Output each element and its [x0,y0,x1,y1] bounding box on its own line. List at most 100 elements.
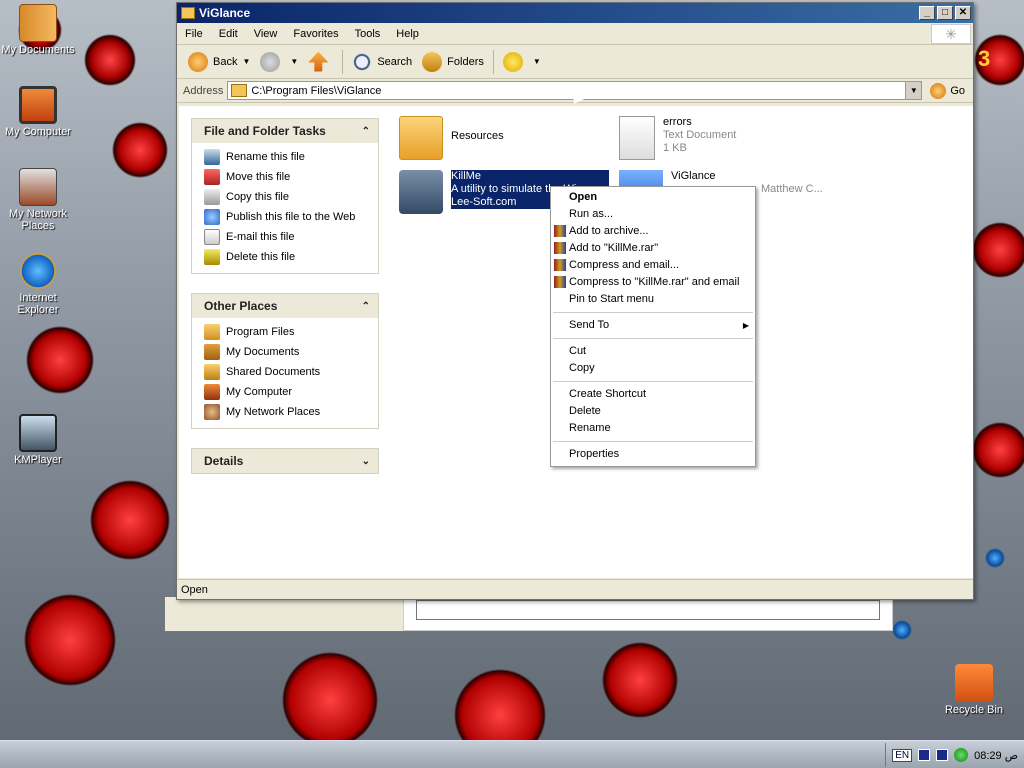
menu-separator [553,441,753,442]
file-item-resources[interactable]: Resources [399,116,504,160]
language-indicator[interactable]: EN [892,748,913,762]
up-button[interactable] [303,50,338,74]
maximize-button[interactable]: □ [937,6,953,20]
window-title: ViGlance [199,6,251,20]
panel-title: Details [204,454,244,468]
menu-item-rename[interactable]: Rename [551,420,755,437]
folders-icon [422,51,443,72]
folder-icon [399,116,443,160]
desktop-icon-internet-explorer[interactable]: Internet Explorer [0,252,76,316]
forward-button[interactable]: ▼ [255,50,303,74]
place-label: My Network Places [226,406,321,418]
place-my-network-places[interactable]: My Network Places [192,402,378,422]
clock[interactable]: 08:29 ص [974,749,1018,762]
menu-help[interactable]: Help [388,28,427,40]
menu-favorites[interactable]: Favorites [285,28,346,40]
place-label: Shared Documents [226,366,321,378]
file-name: KillMe [451,170,481,182]
menu-item-compress-and-email[interactable]: Compress and email... [551,257,755,274]
menu-item-create-shortcut[interactable]: Create Shortcut [551,386,755,403]
menu-item-add-to-killme-rar[interactable]: Add to "KillMe.rar" [551,240,755,257]
dropdown-arrow-icon[interactable]: ▼ [290,57,298,66]
tray-app-icon[interactable] [936,749,949,761]
menu-item-run-as[interactable]: Run as... [551,206,755,223]
globe-icon [204,209,220,225]
menu-file[interactable]: File [177,28,211,40]
taskbar: EN 08:29 ص [0,740,1024,768]
collapse-chevron-icon[interactable]: ⌃ [362,126,370,137]
desktop-icon-label: My Network Places [8,208,68,232]
menu-item-compress-to-rar-and-email[interactable]: Compress to "KillMe.rar" and email [551,274,755,291]
details-header[interactable]: Details ⌄ [192,449,378,473]
task-copy[interactable]: Copy this file [192,187,378,207]
menu-item-cut[interactable]: Cut [551,343,755,360]
minimize-button[interactable]: _ [919,6,935,20]
menu-item-pin-to-start[interactable]: Pin to Start menu [551,291,755,308]
file-size: 1 KB [663,142,687,154]
dropdown-arrow-icon[interactable]: ▼ [242,57,250,66]
desktop-icon-my-documents[interactable]: My Documents [0,4,76,56]
dropdown-arrow-icon[interactable]: ▼ [533,57,541,66]
file-folder-tasks-header[interactable]: File and Folder Tasks ⌃ [192,119,378,143]
toolbar-separator [492,49,494,74]
expand-chevron-icon[interactable]: ⌄ [362,456,370,467]
menu-item-delete[interactable]: Delete [551,403,755,420]
desktop-icon-label: Recycle Bin [944,704,1004,716]
place-program-files[interactable]: Program Files [192,322,378,342]
background-window-field[interactable] [416,600,880,620]
collapse-chevron-icon[interactable]: ⌃ [362,301,370,312]
back-button[interactable]: Back ▼ [183,50,255,74]
folder-icon [181,7,195,19]
details-panel: Details ⌄ [191,448,379,474]
up-folder-icon [308,51,329,72]
menu-item-properties[interactable]: Properties [551,446,755,463]
desktop-icon-recycle-bin[interactable]: Recycle Bin [936,664,1012,716]
status-bar: Open [177,579,973,599]
desktop-icon-my-computer[interactable]: My Computer [0,86,76,138]
task-delete[interactable]: Delete this file [192,247,378,267]
place-my-documents[interactable]: My Documents [192,342,378,362]
task-rename[interactable]: Rename this file [192,147,378,167]
menu-item-label: Add to "KillMe.rar" [569,242,659,254]
desktop-icon-kmplayer[interactable]: KMPlayer [0,414,76,466]
place-label: My Documents [226,346,300,358]
throbber-icon: ✳ [931,24,971,44]
folder-icon [204,324,220,340]
menu-item-send-to[interactable]: Send To ▶ [551,317,755,334]
menu-tools[interactable]: Tools [347,28,389,40]
computer-icon [204,384,220,400]
task-move[interactable]: Move this file [192,167,378,187]
task-email[interactable]: E-mail this file [192,227,378,247]
address-dropdown-button[interactable]: ▼ [905,82,922,99]
place-shared-documents[interactable]: Shared Documents [192,362,378,382]
menu-item-copy[interactable]: Copy [551,360,755,377]
menu-edit[interactable]: Edit [211,28,246,40]
close-button[interactable]: ✕ [955,6,971,20]
other-places-header[interactable]: Other Places ⌃ [192,294,378,318]
winrar-icon [554,225,566,237]
folders-button[interactable]: Folders [417,50,489,74]
task-label: Delete this file [226,251,296,263]
submenu-arrow-icon: ▶ [742,321,749,330]
place-label: Program Files [226,326,295,338]
panel-title: Other Places [204,299,278,313]
title-bar[interactable]: ViGlance _ □ ✕ [177,3,973,23]
task-publish[interactable]: Publish this file to the Web [192,207,378,227]
menu-view[interactable]: View [246,28,286,40]
menu-item-open[interactable]: Open [551,189,755,206]
menu-separator [553,381,753,382]
background-window[interactable] [164,596,893,632]
file-item-errors[interactable]: errors Text Document 1 KB [619,116,736,160]
trash-can-icon [399,170,443,214]
menu-item-add-to-archive[interactable]: Add to archive... [551,223,755,240]
desktop-icon-my-network-places[interactable]: My Network Places [0,168,76,232]
go-button[interactable]: Go [922,82,973,99]
views-button[interactable]: ▼ [498,50,546,74]
tray-app-icon[interactable] [918,749,931,761]
forward-arrow-icon [260,51,281,72]
winrar-icon [554,242,566,254]
search-button[interactable]: Search [347,50,417,74]
place-my-computer[interactable]: My Computer [192,382,378,402]
desktop-icon-label: Internet Explorer [17,292,59,316]
tray-network-icon[interactable] [954,748,969,762]
